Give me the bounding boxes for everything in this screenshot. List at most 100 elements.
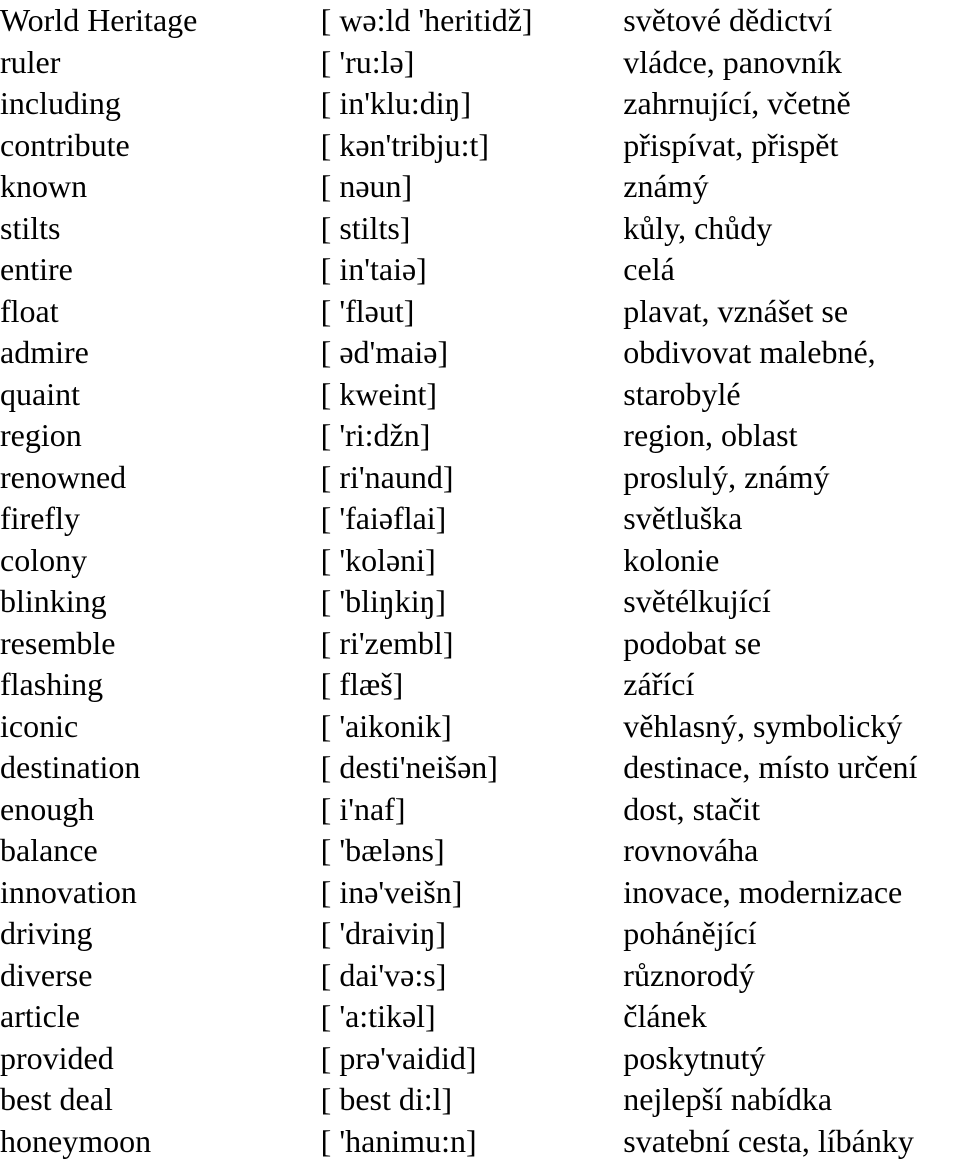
vocabulary-row: flashing[ flæš]zářící: [0, 664, 960, 706]
translation-cell: podobat se: [623, 623, 960, 665]
pronunciation-cell: [ 'draiviŋ]: [321, 913, 624, 955]
translation-cell: region, oblast: [623, 415, 960, 457]
pronunciation-cell: [ əd'maiə]: [321, 332, 624, 374]
word-cell: best deal: [0, 1079, 321, 1121]
vocabulary-row: admire[ əd'maiə]obdivovat malebné,: [0, 332, 960, 374]
word-cell: provided: [0, 1038, 321, 1080]
translation-cell: svatební cesta, líbánky: [623, 1121, 960, 1162]
translation-cell: poskytnutý: [623, 1038, 960, 1080]
vocabulary-row: colony[ 'koləni]kolonie: [0, 540, 960, 582]
vocabulary-row: float[ 'fləut]plavat, vznášet se: [0, 291, 960, 333]
vocabulary-row: firefly[ 'faiəflai]světluška: [0, 498, 960, 540]
translation-cell: různorodý: [623, 955, 960, 997]
word-cell: enough: [0, 789, 321, 831]
vocabulary-table: World Heritage[ wə:ld 'heritidž]světové …: [0, 0, 960, 1162]
vocabulary-row: entire[ in'taiə]celá: [0, 249, 960, 291]
pronunciation-cell: [ 'faiəflai]: [321, 498, 624, 540]
pronunciation-cell: [ 'koləni]: [321, 540, 624, 582]
translation-cell: vládce, panovník: [623, 42, 960, 84]
translation-cell: přispívat, přispět: [623, 125, 960, 167]
word-cell: stilts: [0, 208, 321, 250]
vocabulary-row: honeymoon[ 'hanimu:n]svatební cesta, líb…: [0, 1121, 960, 1162]
vocabulary-row: innovation[ inə'veišn]inovace, moderniza…: [0, 872, 960, 914]
word-cell: float: [0, 291, 321, 333]
vocabulary-row: diverse[ dai'və:s]různorodý: [0, 955, 960, 997]
pronunciation-cell: [ stilts]: [321, 208, 624, 250]
pronunciation-cell: [ nəun]: [321, 166, 624, 208]
word-cell: destination: [0, 747, 321, 789]
translation-cell: proslulý, známý: [623, 457, 960, 499]
pronunciation-cell: [ flæš]: [321, 664, 624, 706]
pronunciation-cell: [ in'klu:diŋ]: [321, 83, 624, 125]
word-cell: driving: [0, 913, 321, 955]
vocabulary-row: World Heritage[ wə:ld 'heritidž]světové …: [0, 0, 960, 42]
word-cell: innovation: [0, 872, 321, 914]
pronunciation-cell: [ wə:ld 'heritidž]: [321, 0, 624, 42]
word-cell: including: [0, 83, 321, 125]
word-cell: article: [0, 996, 321, 1038]
pronunciation-cell: [ 'ri:džn]: [321, 415, 624, 457]
translation-cell: obdivovat malebné,: [623, 332, 960, 374]
translation-cell: světluška: [623, 498, 960, 540]
vocabulary-row: known[ nəun]známý: [0, 166, 960, 208]
translation-cell: celá: [623, 249, 960, 291]
word-cell: entire: [0, 249, 321, 291]
vocabulary-row: iconic[ 'aikonik]věhlasný, symbolický: [0, 706, 960, 748]
vocabulary-row: ruler[ 'ru:lə]vládce, panovník: [0, 42, 960, 84]
word-cell: firefly: [0, 498, 321, 540]
pronunciation-cell: [ desti'neišən]: [321, 747, 624, 789]
pronunciation-cell: [ 'fləut]: [321, 291, 624, 333]
word-cell: ruler: [0, 42, 321, 84]
pronunciation-cell: [ 'a:tikəl]: [321, 996, 624, 1038]
word-cell: known: [0, 166, 321, 208]
translation-cell: zářící: [623, 664, 960, 706]
vocabulary-row: stilts[ stilts]kůly, chůdy: [0, 208, 960, 250]
translation-cell: destinace, místo určení: [623, 747, 960, 789]
word-cell: honeymoon: [0, 1121, 321, 1162]
pronunciation-cell: [ ri'naund]: [321, 457, 624, 499]
word-cell: balance: [0, 830, 321, 872]
translation-cell: plavat, vznášet se: [623, 291, 960, 333]
word-cell: World Heritage: [0, 0, 321, 42]
pronunciation-cell: [ 'ru:lə]: [321, 42, 624, 84]
word-cell: contribute: [0, 125, 321, 167]
word-cell: renowned: [0, 457, 321, 499]
word-cell: region: [0, 415, 321, 457]
pronunciation-cell: [ dai'və:s]: [321, 955, 624, 997]
translation-cell: starobylé: [623, 374, 960, 416]
pronunciation-cell: [ ri'zembl]: [321, 623, 624, 665]
pronunciation-cell: [ 'hanimu:n]: [321, 1121, 624, 1162]
translation-cell: dost, stačit: [623, 789, 960, 831]
word-cell: iconic: [0, 706, 321, 748]
word-cell: colony: [0, 540, 321, 582]
vocabulary-row: resemble[ ri'zembl]podobat se: [0, 623, 960, 665]
translation-cell: světové dědictví: [623, 0, 960, 42]
translation-cell: kolonie: [623, 540, 960, 582]
pronunciation-cell: [ kweint]: [321, 374, 624, 416]
translation-cell: známý: [623, 166, 960, 208]
word-cell: admire: [0, 332, 321, 374]
translation-cell: nejlepší nabídka: [623, 1079, 960, 1121]
word-cell: flashing: [0, 664, 321, 706]
vocabulary-table-body: World Heritage[ wə:ld 'heritidž]světové …: [0, 0, 960, 1162]
pronunciation-cell: [ prə'vaidid]: [321, 1038, 624, 1080]
vocabulary-row: enough[ i'naf]dost, stačit: [0, 789, 960, 831]
translation-cell: zahrnující, včetně: [623, 83, 960, 125]
word-cell: resemble: [0, 623, 321, 665]
pronunciation-cell: [ 'bæləns]: [321, 830, 624, 872]
translation-cell: inovace, modernizace: [623, 872, 960, 914]
translation-cell: věhlasný, symbolický: [623, 706, 960, 748]
translation-cell: světélkující: [623, 581, 960, 623]
vocabulary-row: destination[ desti'neišən]destinace, mís…: [0, 747, 960, 789]
pronunciation-cell: [ kən'tribju:t]: [321, 125, 624, 167]
pronunciation-cell: [ best di:l]: [321, 1079, 624, 1121]
word-cell: diverse: [0, 955, 321, 997]
word-cell: blinking: [0, 581, 321, 623]
vocabulary-row: driving[ 'draiviŋ]pohánějící: [0, 913, 960, 955]
translation-cell: kůly, chůdy: [623, 208, 960, 250]
pronunciation-cell: [ 'aikonik]: [321, 706, 624, 748]
vocabulary-row: region[ 'ri:džn]region, oblast: [0, 415, 960, 457]
vocabulary-row: quaint[ kweint]starobylé: [0, 374, 960, 416]
vocabulary-row: article[ 'a:tikəl]článek: [0, 996, 960, 1038]
vocabulary-row: balance[ 'bæləns]rovnováha: [0, 830, 960, 872]
